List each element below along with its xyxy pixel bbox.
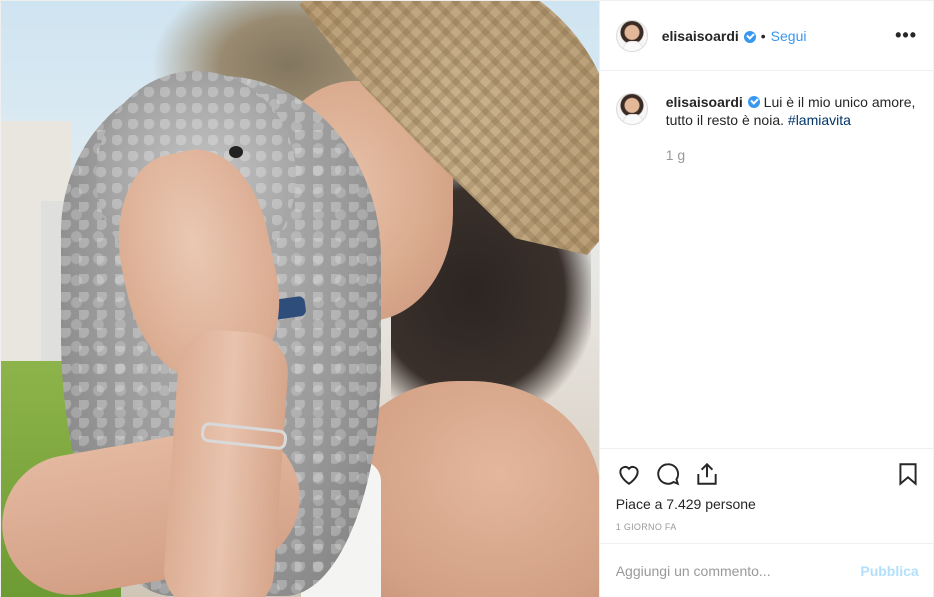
- caption-age[interactable]: 1 g: [666, 147, 685, 163]
- share-icon[interactable]: [694, 461, 720, 487]
- publish-button[interactable]: Pubblica: [860, 563, 918, 579]
- verified-badge-icon: [743, 30, 756, 43]
- post-side-panel: elisaisoardi • Segui ••• elisaisoardi Lu…: [598, 1, 934, 597]
- comment-input[interactable]: [615, 563, 851, 579]
- caption-comment: elisaisoardi Lui è il mio unico amore, t…: [615, 93, 916, 129]
- comment-composer: Pubblica: [599, 543, 934, 597]
- verified-badge-icon: [747, 96, 760, 108]
- instagram-post: elisaisoardi • Segui ••• elisaisoardi Lu…: [0, 0, 934, 597]
- avatar[interactable]: [615, 19, 648, 52]
- avatar-shirt: [622, 40, 643, 51]
- likes-count[interactable]: Piace a 7.429 persone: [616, 496, 756, 512]
- caption-avatar[interactable]: [615, 93, 648, 125]
- bookmark-icon[interactable]: [895, 461, 921, 487]
- heart-icon[interactable]: [616, 461, 642, 487]
- photo-dog-eye: [229, 146, 243, 158]
- post-header: elisaisoardi • Segui •••: [599, 1, 933, 71]
- post-photo[interactable]: [1, 1, 599, 597]
- more-options-icon[interactable]: •••: [895, 25, 917, 46]
- comment-icon[interactable]: [655, 461, 681, 487]
- separator-dot: •: [760, 27, 766, 44]
- avatar-shirt: [622, 114, 643, 124]
- header-username[interactable]: elisaisoardi: [662, 28, 739, 44]
- follow-button[interactable]: Segui: [771, 28, 807, 44]
- photo-arm: [161, 327, 291, 597]
- caption-username[interactable]: elisaisoardi: [666, 94, 743, 110]
- caption-hashtag[interactable]: #lamiavita: [788, 112, 851, 128]
- post-date: 1 GIORNO FA: [615, 522, 677, 532]
- action-bar: [599, 448, 934, 500]
- caption-body: elisaisoardi Lui è il mio unico amore, t…: [666, 93, 916, 129]
